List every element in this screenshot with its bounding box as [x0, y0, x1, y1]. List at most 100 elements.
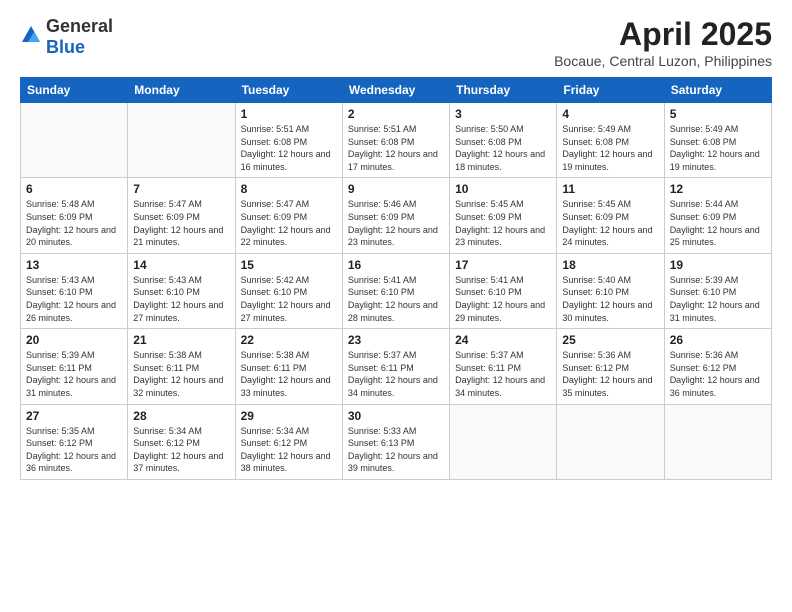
day-info: Sunrise: 5:37 AMSunset: 6:11 PMDaylight:… — [455, 349, 551, 399]
day-info: Sunrise: 5:36 AMSunset: 6:12 PMDaylight:… — [670, 349, 766, 399]
day-info: Sunrise: 5:35 AMSunset: 6:12 PMDaylight:… — [26, 425, 122, 475]
day-info: Sunrise: 5:47 AMSunset: 6:09 PMDaylight:… — [241, 198, 337, 248]
logo-icon — [20, 24, 42, 46]
logo-blue: Blue — [46, 37, 85, 57]
day-info: Sunrise: 5:46 AMSunset: 6:09 PMDaylight:… — [348, 198, 444, 248]
calendar-week-row: 1 Sunrise: 5:51 AMSunset: 6:08 PMDaylight… — [21, 103, 772, 178]
calendar-cell: 16 Sunrise: 5:41 AMSunset: 6:10 PMDayligh… — [342, 253, 449, 328]
calendar-cell: 2 Sunrise: 5:51 AMSunset: 6:08 PMDaylight… — [342, 103, 449, 178]
day-info: Sunrise: 5:43 AMSunset: 6:10 PMDaylight:… — [26, 274, 122, 324]
calendar-cell: 19Sunrise: 5:39 AMSunset: 6:10 PMDayligh… — [664, 253, 771, 328]
title-area: April 2025 Bocaue, Central Luzon, Philip… — [554, 16, 772, 69]
calendar-week-row: 6 Sunrise: 5:48 AMSunset: 6:09 PMDaylight… — [21, 178, 772, 253]
day-info: Sunrise: 5:36 AMSunset: 6:12 PMDaylight:… — [562, 349, 658, 399]
day-info: Sunrise: 5:38 AMSunset: 6:11 PMDaylight:… — [241, 349, 337, 399]
day-number: 14 — [133, 258, 229, 272]
calendar-cell: 18Sunrise: 5:40 AMSunset: 6:10 PMDayligh… — [557, 253, 664, 328]
calendar-cell: 28 Sunrise: 5:34 AMSunset: 6:12 PMDayligh… — [128, 404, 235, 479]
calendar-cell: 5 Sunrise: 5:49 AMSunset: 6:08 PMDaylight… — [664, 103, 771, 178]
calendar-cell: 7 Sunrise: 5:47 AMSunset: 6:09 PMDaylight… — [128, 178, 235, 253]
col-friday: Friday — [557, 78, 664, 103]
day-number: 9 — [348, 182, 444, 196]
day-info: Sunrise: 5:34 AMSunset: 6:12 PMDaylight:… — [241, 425, 337, 475]
day-info: Sunrise: 5:34 AMSunset: 6:12 PMDaylight:… — [133, 425, 229, 475]
day-info: Sunrise: 5:42 AMSunset: 6:10 PMDaylight:… — [241, 274, 337, 324]
day-number: 12 — [670, 182, 766, 196]
day-number: 6 — [26, 182, 122, 196]
title-location: Bocaue, Central Luzon, Philippines — [554, 53, 772, 69]
day-number: 24 — [455, 333, 551, 347]
calendar-cell — [557, 404, 664, 479]
calendar-cell: 30Sunrise: 5:33 AMSunset: 6:13 PMDayligh… — [342, 404, 449, 479]
page: General Blue April 2025 Bocaue, Central … — [0, 0, 792, 612]
day-number: 26 — [670, 333, 766, 347]
day-number: 10 — [455, 182, 551, 196]
calendar-cell — [128, 103, 235, 178]
calendar-cell: 21 Sunrise: 5:38 AMSunset: 6:11 PMDayligh… — [128, 329, 235, 404]
day-number: 2 — [348, 107, 444, 121]
col-monday: Monday — [128, 78, 235, 103]
day-info: Sunrise: 5:37 AMSunset: 6:11 PMDaylight:… — [348, 349, 444, 399]
day-number: 25 — [562, 333, 658, 347]
calendar-cell: 15 Sunrise: 5:42 AMSunset: 6:10 PMDayligh… — [235, 253, 342, 328]
day-info: Sunrise: 5:38 AMSunset: 6:11 PMDaylight:… — [133, 349, 229, 399]
calendar-cell: 22 Sunrise: 5:38 AMSunset: 6:11 PMDayligh… — [235, 329, 342, 404]
calendar-cell: 1 Sunrise: 5:51 AMSunset: 6:08 PMDaylight… — [235, 103, 342, 178]
calendar-cell: 17Sunrise: 5:41 AMSunset: 6:10 PMDayligh… — [450, 253, 557, 328]
day-number: 7 — [133, 182, 229, 196]
col-sunday: Sunday — [21, 78, 128, 103]
calendar-cell: 24 Sunrise: 5:37 AMSunset: 6:11 PMDayligh… — [450, 329, 557, 404]
calendar-cell: 23 Sunrise: 5:37 AMSunset: 6:11 PMDayligh… — [342, 329, 449, 404]
day-info: Sunrise: 5:43 AMSunset: 6:10 PMDaylight:… — [133, 274, 229, 324]
day-number: 15 — [241, 258, 337, 272]
calendar-cell: 14 Sunrise: 5:43 AMSunset: 6:10 PMDayligh… — [128, 253, 235, 328]
day-number: 8 — [241, 182, 337, 196]
day-info: Sunrise: 5:47 AMSunset: 6:09 PMDaylight:… — [133, 198, 229, 248]
day-number: 20 — [26, 333, 122, 347]
calendar-cell — [450, 404, 557, 479]
calendar-cell: 29Sunrise: 5:34 AMSunset: 6:12 PMDayligh… — [235, 404, 342, 479]
calendar-cell: 26 Sunrise: 5:36 AMSunset: 6:12 PMDayligh… — [664, 329, 771, 404]
day-number: 22 — [241, 333, 337, 347]
col-tuesday: Tuesday — [235, 78, 342, 103]
calendar-cell: 6 Sunrise: 5:48 AMSunset: 6:09 PMDaylight… — [21, 178, 128, 253]
calendar-cell — [664, 404, 771, 479]
day-info: Sunrise: 5:45 AMSunset: 6:09 PMDaylight:… — [455, 198, 551, 248]
day-info: Sunrise: 5:44 AMSunset: 6:09 PMDaylight:… — [670, 198, 766, 248]
day-number: 23 — [348, 333, 444, 347]
logo: General Blue — [20, 16, 113, 58]
calendar-week-row: 13Sunrise: 5:43 AMSunset: 6:10 PMDayligh… — [21, 253, 772, 328]
col-wednesday: Wednesday — [342, 78, 449, 103]
day-number: 5 — [670, 107, 766, 121]
day-number: 1 — [241, 107, 337, 121]
day-number: 21 — [133, 333, 229, 347]
day-info: Sunrise: 5:39 AMSunset: 6:10 PMDaylight:… — [670, 274, 766, 324]
day-info: Sunrise: 5:45 AMSunset: 6:09 PMDaylight:… — [562, 198, 658, 248]
day-info: Sunrise: 5:50 AMSunset: 6:08 PMDaylight:… — [455, 123, 551, 173]
day-number: 16 — [348, 258, 444, 272]
day-info: Sunrise: 5:41 AMSunset: 6:10 PMDaylight:… — [455, 274, 551, 324]
day-info: Sunrise: 5:51 AMSunset: 6:08 PMDaylight:… — [241, 123, 337, 173]
calendar-header-row: Sunday Monday Tuesday Wednesday Thursday… — [21, 78, 772, 103]
calendar-week-row: 20Sunrise: 5:39 AMSunset: 6:11 PMDayligh… — [21, 329, 772, 404]
calendar-cell: 3Sunrise: 5:50 AMSunset: 6:08 PMDaylight… — [450, 103, 557, 178]
day-info: Sunrise: 5:48 AMSunset: 6:09 PMDaylight:… — [26, 198, 122, 248]
calendar-cell: 10 Sunrise: 5:45 AMSunset: 6:09 PMDayligh… — [450, 178, 557, 253]
day-number: 28 — [133, 409, 229, 423]
calendar: Sunday Monday Tuesday Wednesday Thursday… — [20, 77, 772, 480]
day-number: 27 — [26, 409, 122, 423]
day-number: 18 — [562, 258, 658, 272]
day-info: Sunrise: 5:41 AMSunset: 6:10 PMDaylight:… — [348, 274, 444, 324]
day-number: 11 — [562, 182, 658, 196]
calendar-cell: 11 Sunrise: 5:45 AMSunset: 6:09 PMDayligh… — [557, 178, 664, 253]
day-number: 4 — [562, 107, 658, 121]
day-info: Sunrise: 5:49 AMSunset: 6:08 PMDaylight:… — [670, 123, 766, 173]
day-info: Sunrise: 5:49 AMSunset: 6:08 PMDaylight:… — [562, 123, 658, 173]
calendar-week-row: 27 Sunrise: 5:35 AMSunset: 6:12 PMDayligh… — [21, 404, 772, 479]
day-number: 30 — [348, 409, 444, 423]
day-info: Sunrise: 5:51 AMSunset: 6:08 PMDaylight:… — [348, 123, 444, 173]
header: General Blue April 2025 Bocaue, Central … — [20, 16, 772, 69]
col-thursday: Thursday — [450, 78, 557, 103]
calendar-cell: 25 Sunrise: 5:36 AMSunset: 6:12 PMDayligh… — [557, 329, 664, 404]
calendar-cell: 27 Sunrise: 5:35 AMSunset: 6:12 PMDayligh… — [21, 404, 128, 479]
